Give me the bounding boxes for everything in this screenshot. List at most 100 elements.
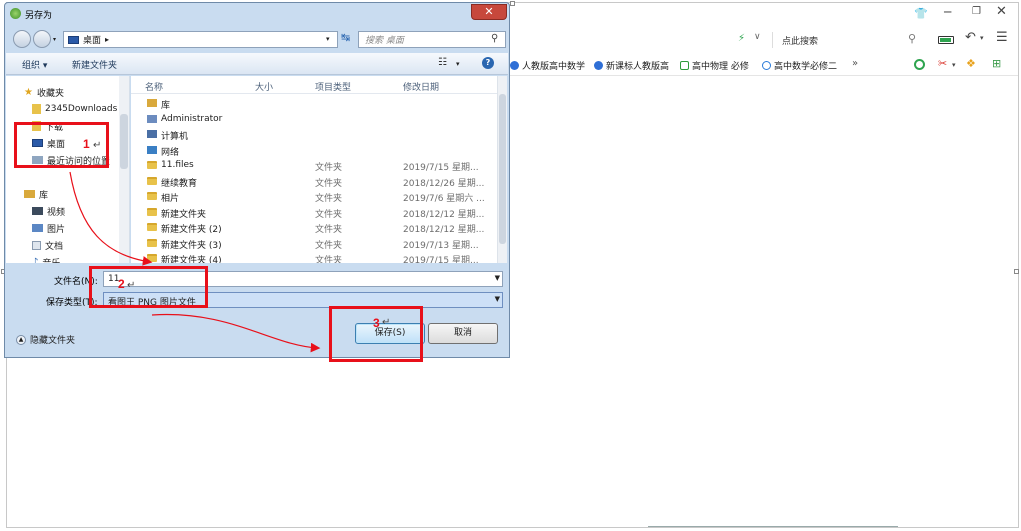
back-button[interactable]	[13, 30, 31, 48]
sidebar-header-label: 库	[39, 190, 49, 201]
sidebar-scroll-thumb[interactable]	[120, 114, 128, 169]
file-name: 11.files	[161, 160, 194, 170]
library-icon	[147, 99, 157, 107]
file-list-header: 名称 大小 项目类型 修改日期	[131, 76, 497, 94]
sidebar-favorites-header[interactable]: ★ 收藏夹	[24, 84, 129, 100]
annotation-step-3: 3	[373, 316, 380, 330]
resize-handle-top[interactable]	[510, 1, 515, 6]
chevron-down-icon[interactable]: ∨	[754, 32, 761, 42]
file-name: 继续教育	[161, 178, 198, 189]
favorite-item-4[interactable]: 高中数学必修二	[762, 58, 837, 72]
file-list-scroll-thumb[interactable]	[499, 94, 506, 244]
new-folder-button[interactable]: 新建文件夹	[72, 58, 117, 71]
chevron-down-icon[interactable]: ▼	[495, 274, 500, 282]
path-dropdown-icon[interactable]: ▾	[326, 35, 330, 43]
folder-icon	[147, 238, 157, 247]
favorite-item-3[interactable]: 高中物理 必修	[680, 58, 749, 72]
annotation-box-save	[329, 306, 423, 362]
file-row[interactable]: 相片 文件夹 2019/7/6 星期六 ...	[131, 189, 497, 205]
file-row[interactable]: 新建文件夹 文件夹 2018/12/12 星期...	[131, 205, 497, 221]
file-row[interactable]: 库	[131, 96, 497, 112]
cancel-button[interactable]: 取消	[428, 323, 498, 344]
file-row[interactable]: 继续教育 文件夹 2018/12/26 星期...	[131, 174, 497, 190]
plugin-icon[interactable]: ❖	[966, 57, 976, 70]
history-dropdown-icon[interactable]: ▾	[53, 36, 56, 43]
annotation-return-mark: ↵	[382, 317, 391, 328]
column-date[interactable]: 修改日期	[403, 80, 439, 93]
close-icon[interactable]: ✕	[996, 4, 1007, 19]
favorite-item-1[interactable]: 人教版高中数学	[510, 58, 585, 72]
menu-icon[interactable]: ☰	[996, 30, 1008, 45]
file-date: 2019/7/6 星期六 ...	[403, 194, 485, 204]
folder-icon	[147, 223, 157, 231]
file-row[interactable]: 计算机	[131, 127, 497, 143]
file-name: Administrator	[161, 113, 223, 124]
sidebar-item-2345downloads[interactable]: 2345Downloads	[32, 101, 129, 117]
path-arrow-icon[interactable]: ▸	[105, 35, 109, 44]
lightning-icon[interactable]: ⚡	[738, 33, 745, 44]
chevron-down-icon[interactable]: ▼	[495, 295, 500, 303]
file-list-scrollbar[interactable]	[497, 76, 507, 263]
restore-icon[interactable]: ❐	[972, 6, 981, 17]
search-icon[interactable]: ⚲	[908, 32, 916, 45]
dialog-toolbar: 组织 ▾ 新建文件夹 ☷ ▾ ?	[6, 53, 508, 75]
undo-icon[interactable]: ↶	[965, 30, 976, 45]
video-icon	[32, 207, 43, 215]
hide-folders-toggle[interactable]: ▲ 隐藏文件夹	[16, 333, 75, 346]
chevron-up-icon: ▲	[16, 334, 26, 345]
refresh-icon[interactable]: ↹	[341, 31, 350, 44]
browser-search-input[interactable]: 点此搜索	[782, 34, 818, 47]
organize-menu[interactable]: 组织 ▾	[22, 58, 47, 71]
undo-dropdown-icon[interactable]: ▾	[980, 34, 984, 42]
file-name: 库	[161, 101, 171, 111]
search-icon[interactable]: ⚲	[491, 33, 498, 44]
folder-icon	[147, 192, 157, 200]
green-ring-icon[interactable]	[914, 59, 925, 70]
sidebar-item-documents[interactable]: 文档	[32, 237, 129, 253]
user-icon	[147, 114, 157, 123]
forward-button[interactable]	[33, 30, 51, 48]
battery-icon[interactable]	[938, 36, 954, 44]
file-row[interactable]: 网络	[131, 143, 497, 159]
favorites-more-icon[interactable]: »	[852, 58, 858, 69]
file-type: 文件夹	[315, 163, 343, 173]
file-name: 新建文件夹 (4)	[161, 256, 222, 263]
favorite-item-2[interactable]: 新课标人教版高	[594, 58, 669, 72]
sidebar-item-videos[interactable]: 视频	[32, 203, 129, 219]
dialog-search-input[interactable]: 搜索 桌面 ⚲	[358, 31, 506, 48]
sidebar-item-pictures[interactable]: 图片	[32, 220, 129, 236]
column-type[interactable]: 项目类型	[315, 80, 351, 93]
skin-icon[interactable]: 👕	[914, 7, 928, 20]
file-row[interactable]: 新建文件夹 (2) 文件夹 2018/12/12 星期...	[131, 220, 497, 236]
column-size[interactable]: 大小	[255, 80, 273, 93]
library-icon	[24, 190, 35, 198]
sidebar-scrollbar[interactable]	[119, 76, 129, 263]
help-icon[interactable]: ?	[482, 57, 494, 69]
file-row[interactable]: Administrator	[131, 112, 497, 128]
status-icons	[648, 526, 898, 531]
view-options-icon[interactable]: ☷	[438, 57, 447, 68]
view-dropdown-icon[interactable]: ▾	[456, 60, 460, 68]
path-box[interactable]: 桌面 ▸ ▾	[63, 31, 338, 48]
column-name[interactable]: 名称	[145, 80, 163, 93]
path-segment-desktop[interactable]: 桌面	[83, 33, 101, 46]
star-icon: ★	[24, 86, 33, 98]
scissors-icon[interactable]: ✂	[938, 57, 947, 70]
search-placeholder: 搜索 桌面	[365, 36, 404, 46]
browser-address-bar: ⚡ ∨ 点此搜索 ⚲ ↶ ▾ ☰	[510, 27, 1018, 53]
resize-handle-right[interactable]	[1014, 269, 1019, 274]
minimize-icon[interactable]: ─	[944, 5, 951, 19]
file-name: 计算机	[161, 132, 189, 142]
file-row[interactable]: 11.files 文件夹 2019/7/15 星期...	[131, 158, 497, 174]
file-date: 2019/7/13 星期...	[403, 240, 479, 251]
folder-icon	[32, 104, 41, 114]
grid-icon[interactable]: ⊞	[992, 57, 1001, 70]
sidebar-library-header[interactable]: 库	[24, 186, 129, 202]
file-row[interactable]: 新建文件夹 (4) 文件夹 2019/7/15 星期...	[131, 251, 497, 263]
dialog-titlebar[interactable]: 另存为 ✕	[5, 3, 509, 25]
sidebar-item-music[interactable]: ♪ 音乐	[32, 254, 129, 264]
folder-icon	[147, 176, 157, 185]
dialog-close-button[interactable]: ✕	[471, 4, 507, 20]
scissors-dropdown-icon[interactable]: ▾	[952, 61, 956, 69]
file-row[interactable]: 新建文件夹 (3) 文件夹 2019/7/13 星期...	[131, 236, 497, 252]
